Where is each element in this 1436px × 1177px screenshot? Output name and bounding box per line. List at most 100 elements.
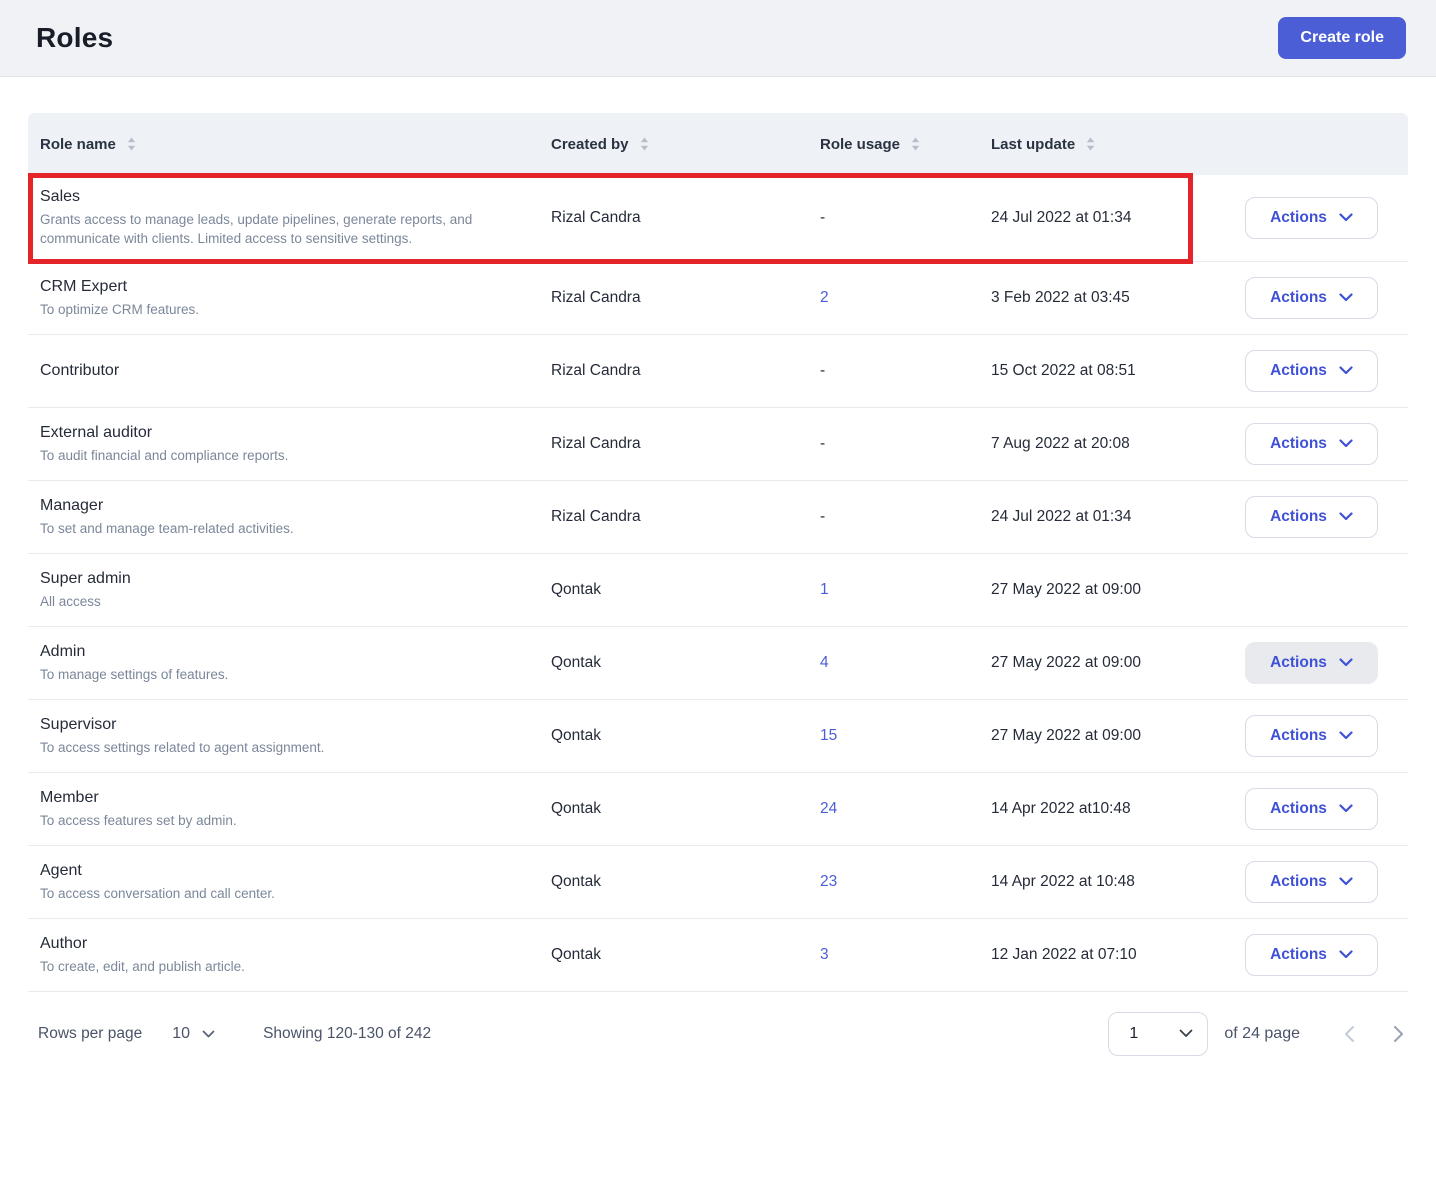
role-name-cell: Contributor [28,349,551,394]
role-name: Super admin [40,569,131,587]
last-update: 27 May 2022 at 09:00 [991,580,1141,598]
actions-button[interactable]: Actions [1245,276,1378,319]
role-usage[interactable]: 3 [820,946,991,964]
chevron-down-icon [202,1030,215,1038]
table-row: Author To create, edit, and publish arti… [28,918,1408,992]
role-name-cell: Super admin All access [28,557,551,623]
chevron-down-icon [1339,731,1353,740]
actions-cell: Actions [1224,714,1408,757]
chevron-down-icon [1339,658,1353,667]
actions-button[interactable]: Actions [1245,641,1378,684]
actions-button[interactable]: Actions [1245,714,1378,757]
actions-button-label: Actions [1270,726,1327,744]
table-row: Manager To set and manage team-related a… [28,480,1408,554]
role-usage: - [820,361,826,379]
last-update: 14 Apr 2022 at10:48 [991,799,1131,817]
role-usage: - [820,434,826,452]
chevron-right-icon [1394,1025,1403,1042]
next-page-button[interactable] [1389,1021,1408,1047]
role-usage: - [820,208,826,226]
role-usage[interactable]: 24 [820,800,991,818]
previous-page-button[interactable] [1340,1021,1359,1047]
role-usage[interactable]: 15 [820,727,991,745]
create-role-button[interactable]: Create role [1278,17,1406,59]
actions-button[interactable]: Actions [1245,349,1378,392]
last-update: 15 Oct 2022 at 08:51 [991,361,1136,379]
chevron-down-icon [1339,293,1353,302]
role-description: Grants access to manage leads, update pi… [40,211,473,247]
actions-button[interactable]: Actions [1245,787,1378,830]
table-body: Sales Grants access to manage leads, upd… [28,173,1408,992]
rows-per-page-select[interactable]: 10 [172,1025,215,1043]
chevron-down-icon [1339,804,1353,813]
page-header: Roles Create role [0,0,1436,77]
role-name: External auditor [40,423,153,441]
created-by: Rizal Candra [551,208,641,226]
last-update: 27 May 2022 at 09:00 [991,653,1141,671]
page-select[interactable]: 1 [1108,1011,1209,1056]
role-usage[interactable]: 1 [820,581,991,599]
role-name-cell: Supervisor To access settings related to… [28,703,551,769]
role-description: To audit financial and compliance report… [40,447,289,463]
role-usage[interactable]: 2 [820,289,991,307]
actions-button[interactable]: Actions [1245,860,1378,903]
role-description: To access settings related to agent assi… [40,739,325,755]
created-by: Qontak [551,580,601,598]
role-name: Supervisor [40,715,117,733]
sort-icon[interactable] [911,137,920,151]
role-name: Author [40,934,88,952]
last-update: 14 Apr 2022 at 10:48 [991,872,1135,890]
rows-per-page-label: Rows per page [38,1024,143,1042]
table-header-row: Role name Created by Role usage Last upd… [28,113,1408,175]
role-description: To optimize CRM features. [40,301,200,317]
role-usage[interactable]: 4 [820,654,991,672]
role-usage[interactable]: 23 [820,873,991,891]
created-by: Qontak [551,799,601,817]
role-name: Member [40,788,99,806]
chevron-down-icon [1339,877,1353,886]
created-by: Qontak [551,653,601,671]
role-name-cell: CRM Expert To optimize CRM features. [28,265,551,331]
role-name-cell: External auditor To audit financial and … [28,411,551,477]
actions-button-label: Actions [1270,507,1327,525]
last-update: 27 May 2022 at 09:00 [991,726,1141,744]
sort-icon[interactable] [1086,137,1095,151]
created-by: Qontak [551,726,601,744]
actions-cell: Actions [1224,787,1408,830]
chevron-down-icon [1179,1030,1193,1038]
role-description: To access features set by admin. [40,812,237,828]
sort-icon[interactable] [640,137,649,151]
table-row: Sales Grants access to manage leads, upd… [28,173,1408,264]
role-description: To create, edit, and publish article. [40,958,245,974]
actions-button[interactable]: Actions [1245,933,1378,976]
table-row: Contributor Rizal Candra - 15 Oct 2022 a… [28,334,1408,408]
actions-cell: Actions [1224,276,1408,319]
column-label: Role name [40,135,116,153]
role-description: To access conversation and call center. [40,885,275,901]
rows-per-page-value: 10 [172,1024,191,1042]
role-name: Agent [40,861,82,879]
actions-button[interactable]: Actions [1245,422,1378,465]
chevron-down-icon [1339,950,1353,959]
column-header-created-by[interactable]: Created by [551,136,820,153]
actions-button-label: Actions [1270,799,1327,817]
table-row: External auditor To audit financial and … [28,407,1408,481]
chevron-down-icon [1339,213,1353,222]
column-header-role-name[interactable]: Role name [28,136,551,153]
actions-button[interactable]: Actions [1245,495,1378,538]
sort-icon[interactable] [127,137,136,151]
chevron-down-icon [1339,439,1353,448]
column-header-role-usage[interactable]: Role usage [820,136,991,153]
created-by: Rizal Candra [551,434,641,452]
created-by: Qontak [551,945,601,963]
chevron-down-icon [1339,366,1353,375]
table-row: Member To access features set by admin. … [28,772,1408,846]
last-update: 7 Aug 2022 at 20:08 [991,434,1130,452]
role-usage: - [820,507,826,525]
role-name-cell: Manager To set and manage team-related a… [28,484,551,550]
actions-button[interactable]: Actions [1245,196,1378,239]
created-by: Rizal Candra [551,507,641,525]
created-by: Qontak [551,872,601,890]
actions-button-label: Actions [1270,434,1327,452]
column-header-last-update[interactable]: Last update [991,136,1224,153]
